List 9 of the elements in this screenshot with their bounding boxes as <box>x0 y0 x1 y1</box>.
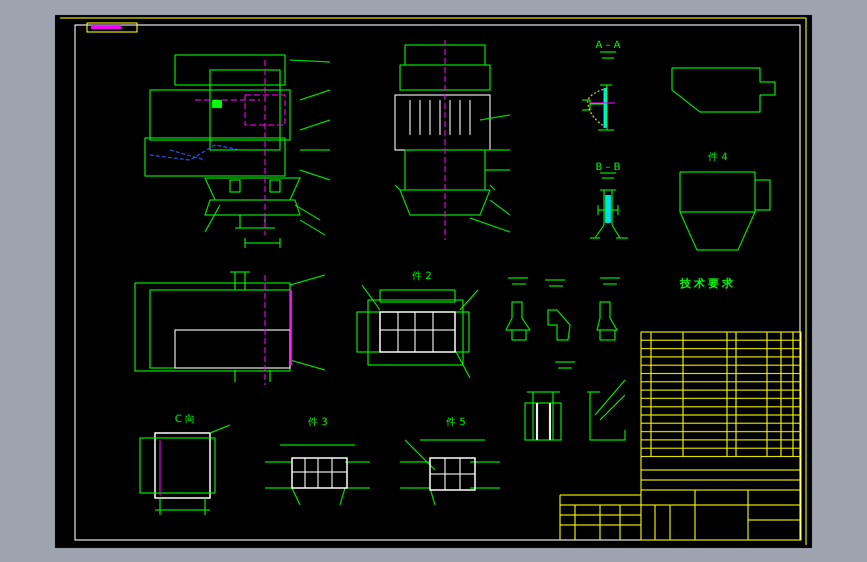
view-title: 件 2 <box>412 271 432 282</box>
section-b-drawing <box>590 172 628 238</box>
view-title: B – B <box>595 162 621 173</box>
view-title: C 向 <box>174 414 196 425</box>
view-title: 件 5 <box>446 417 466 428</box>
view-title: 件 4 <box>708 152 728 163</box>
view-title: A – A <box>595 40 621 51</box>
requirements-heading: 技术要求 <box>680 277 736 290</box>
view-title: 件 3 <box>308 417 328 428</box>
